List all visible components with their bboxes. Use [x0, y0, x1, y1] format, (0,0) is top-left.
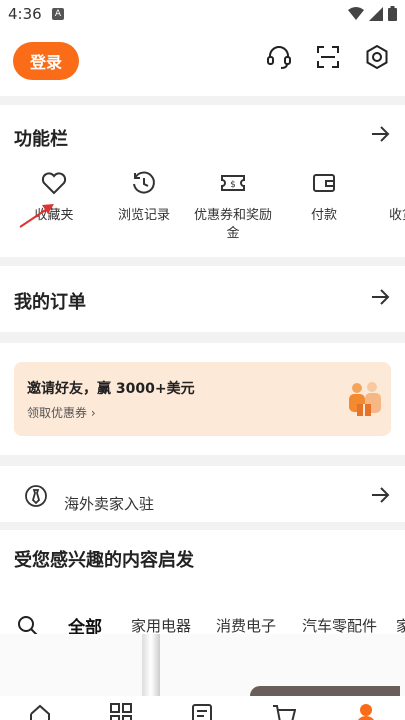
coupon-icon: $	[219, 169, 247, 197]
orders-card[interactable]: 我的订单	[0, 266, 405, 332]
function-items: 收藏夹 浏览记录 $ 优惠券和奖励金 付款 收货	[0, 169, 405, 259]
payment-label: 付款	[310, 208, 337, 223]
product-feed	[0, 634, 405, 696]
notification-icon: A	[52, 8, 64, 20]
function-bar-card: 功能栏 收藏夹 浏览记录 $ 优惠券和奖励金 付款 收	[0, 105, 405, 257]
seller-arrow-icon[interactable]	[369, 484, 391, 506]
wifi-icon	[348, 6, 364, 20]
category-icon[interactable]	[109, 702, 133, 720]
status-bar: 4:36 A	[0, 0, 405, 30]
home-icon[interactable]	[28, 702, 52, 720]
account-icon[interactable]	[354, 702, 378, 720]
system-icons	[348, 6, 397, 21]
interest-section: 受您感兴趣的内容启发 全部 家用电器 消费电子 汽车零配件 家居	[0, 530, 405, 696]
overseas-seller-label: 海外卖家入驻	[64, 495, 155, 513]
header: 登录	[0, 30, 405, 96]
function-bar-arrow-icon[interactable]	[369, 123, 391, 145]
tie-badge-icon	[25, 485, 47, 507]
history-item[interactable]: 浏览记录	[99, 169, 189, 225]
customer-service-icon[interactable]	[264, 42, 294, 72]
interest-title: 受您感兴趣的内容启发	[14, 550, 194, 571]
function-bar-title: 功能栏	[14, 129, 68, 150]
heart-icon	[40, 169, 68, 197]
coupons-item[interactable]: $ 优惠券和奖励金	[188, 169, 278, 243]
history-label: 浏览记录	[117, 208, 170, 223]
invite-coupon-link[interactable]: 领取优惠券 ›	[27, 404, 96, 421]
coupons-label: 优惠券和奖励金	[193, 208, 272, 241]
overseas-seller-card[interactable]: 海外卖家入驻	[0, 466, 405, 522]
svg-text:$: $	[230, 180, 236, 190]
bottom-navigation	[0, 696, 405, 720]
product-image-left[interactable]	[142, 634, 160, 696]
tab-home-appliances[interactable]: 家用电器	[131, 615, 191, 636]
orders-arrow-icon[interactable]	[369, 286, 391, 308]
history-icon	[130, 169, 158, 197]
gift-people-icon	[349, 382, 381, 416]
battery-icon	[388, 6, 397, 21]
package-icon	[383, 169, 405, 197]
product-image-right[interactable]	[250, 686, 400, 696]
scan-icon[interactable]	[313, 42, 343, 72]
invite-banner[interactable]: 邀请好友，赢 3000+美元 领取优惠券 ›	[14, 362, 391, 436]
signal-icon	[369, 6, 383, 21]
tab-consumer-electronics[interactable]: 消费电子	[216, 615, 276, 636]
tab-home-furnishing[interactable]: 家居	[396, 615, 405, 636]
payment-item[interactable]: 付款	[279, 169, 369, 225]
login-button[interactable]: 登录	[13, 42, 79, 80]
cart-icon[interactable]	[272, 702, 296, 720]
orders-title: 我的订单	[14, 292, 86, 313]
tab-auto-parts[interactable]: 汽车零配件	[302, 615, 377, 636]
invite-title: 邀请好友，赢 3000+美元	[27, 381, 195, 397]
receive-item[interactable]: 收货	[369, 169, 405, 225]
messages-icon[interactable]	[190, 702, 214, 720]
settings-icon[interactable]	[362, 42, 392, 72]
wallet-icon	[310, 169, 338, 197]
receive-label: 收货	[389, 208, 405, 223]
status-time: 4:36	[8, 5, 42, 23]
pointer-arrow-icon	[19, 204, 54, 228]
